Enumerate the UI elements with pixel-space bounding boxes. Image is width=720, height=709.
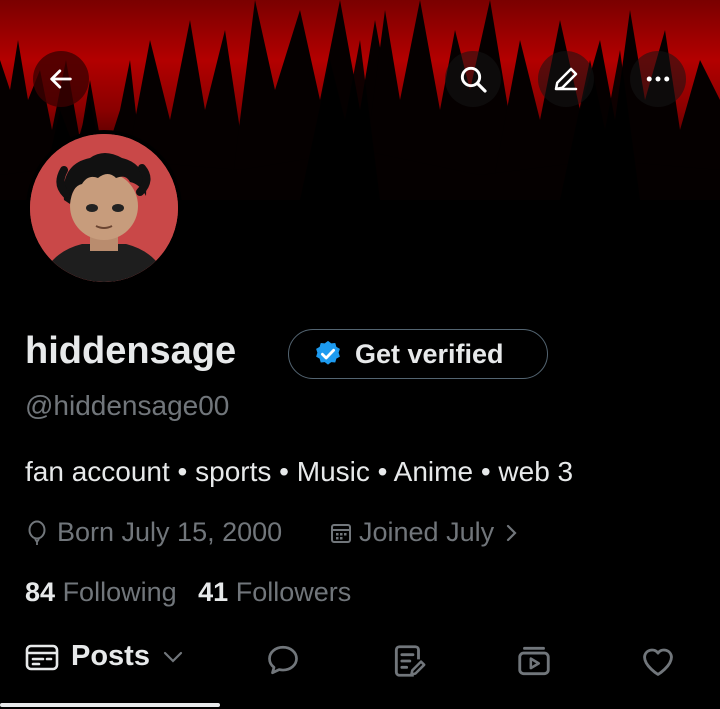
media-icon (518, 646, 550, 676)
get-verified-button[interactable]: Get verified (288, 329, 548, 379)
chevron-down-icon[interactable] (160, 645, 186, 669)
following-count: 84 (25, 577, 56, 607)
replies-icon (268, 645, 298, 675)
balloon-icon (28, 520, 46, 545)
search-icon (460, 66, 487, 93)
arrow-left-icon (50, 69, 72, 89)
verified-badge-icon (316, 340, 340, 365)
posts-icon (25, 644, 59, 670)
tab-posts-label: Posts (71, 640, 150, 672)
avatar[interactable] (26, 130, 182, 286)
pencil-icon (554, 67, 578, 91)
tab-posts[interactable]: Posts (25, 640, 186, 673)
edit-profile-button[interactable] (538, 51, 594, 107)
calendar-icon (331, 523, 351, 543)
back-button[interactable] (33, 51, 89, 107)
birthdate-text: Born July 15, 2000 (57, 517, 283, 547)
tab-media[interactable] (515, 642, 553, 680)
active-tab-indicator (0, 703, 220, 707)
chevron-right-icon (506, 524, 517, 541)
display-name: hiddensage (25, 330, 237, 372)
search-button[interactable] (445, 51, 501, 107)
likes-icon (643, 648, 673, 676)
profile-bio: fan account • sports • Music • Anime • w… (25, 456, 574, 487)
tab-articles[interactable] (390, 642, 428, 680)
followers-label: Followers (235, 577, 352, 607)
joined-text: Joined July (359, 517, 495, 547)
followers-count: 41 (198, 577, 229, 607)
joined-date[interactable]: Joined July (329, 517, 522, 548)
get-verified-label: Get verified (355, 338, 504, 369)
avatar-image (30, 134, 178, 282)
followers-link[interactable]: 41 Followers (198, 577, 351, 607)
birthdate: Born July 15, 2000 (25, 517, 282, 548)
following-label: Following (62, 577, 177, 607)
tab-likes[interactable] (638, 642, 678, 680)
following-link[interactable]: 84 Following (25, 577, 177, 607)
follow-stats: 84 Following 41 Followers (25, 577, 351, 608)
articles-icon (394, 645, 426, 677)
more-dots-icon (646, 76, 670, 82)
profile-handle: @hiddensage00 (25, 390, 230, 421)
profile-tabbar: Posts (0, 630, 720, 709)
tab-replies[interactable] (264, 642, 302, 678)
more-options-button[interactable] (630, 51, 686, 107)
